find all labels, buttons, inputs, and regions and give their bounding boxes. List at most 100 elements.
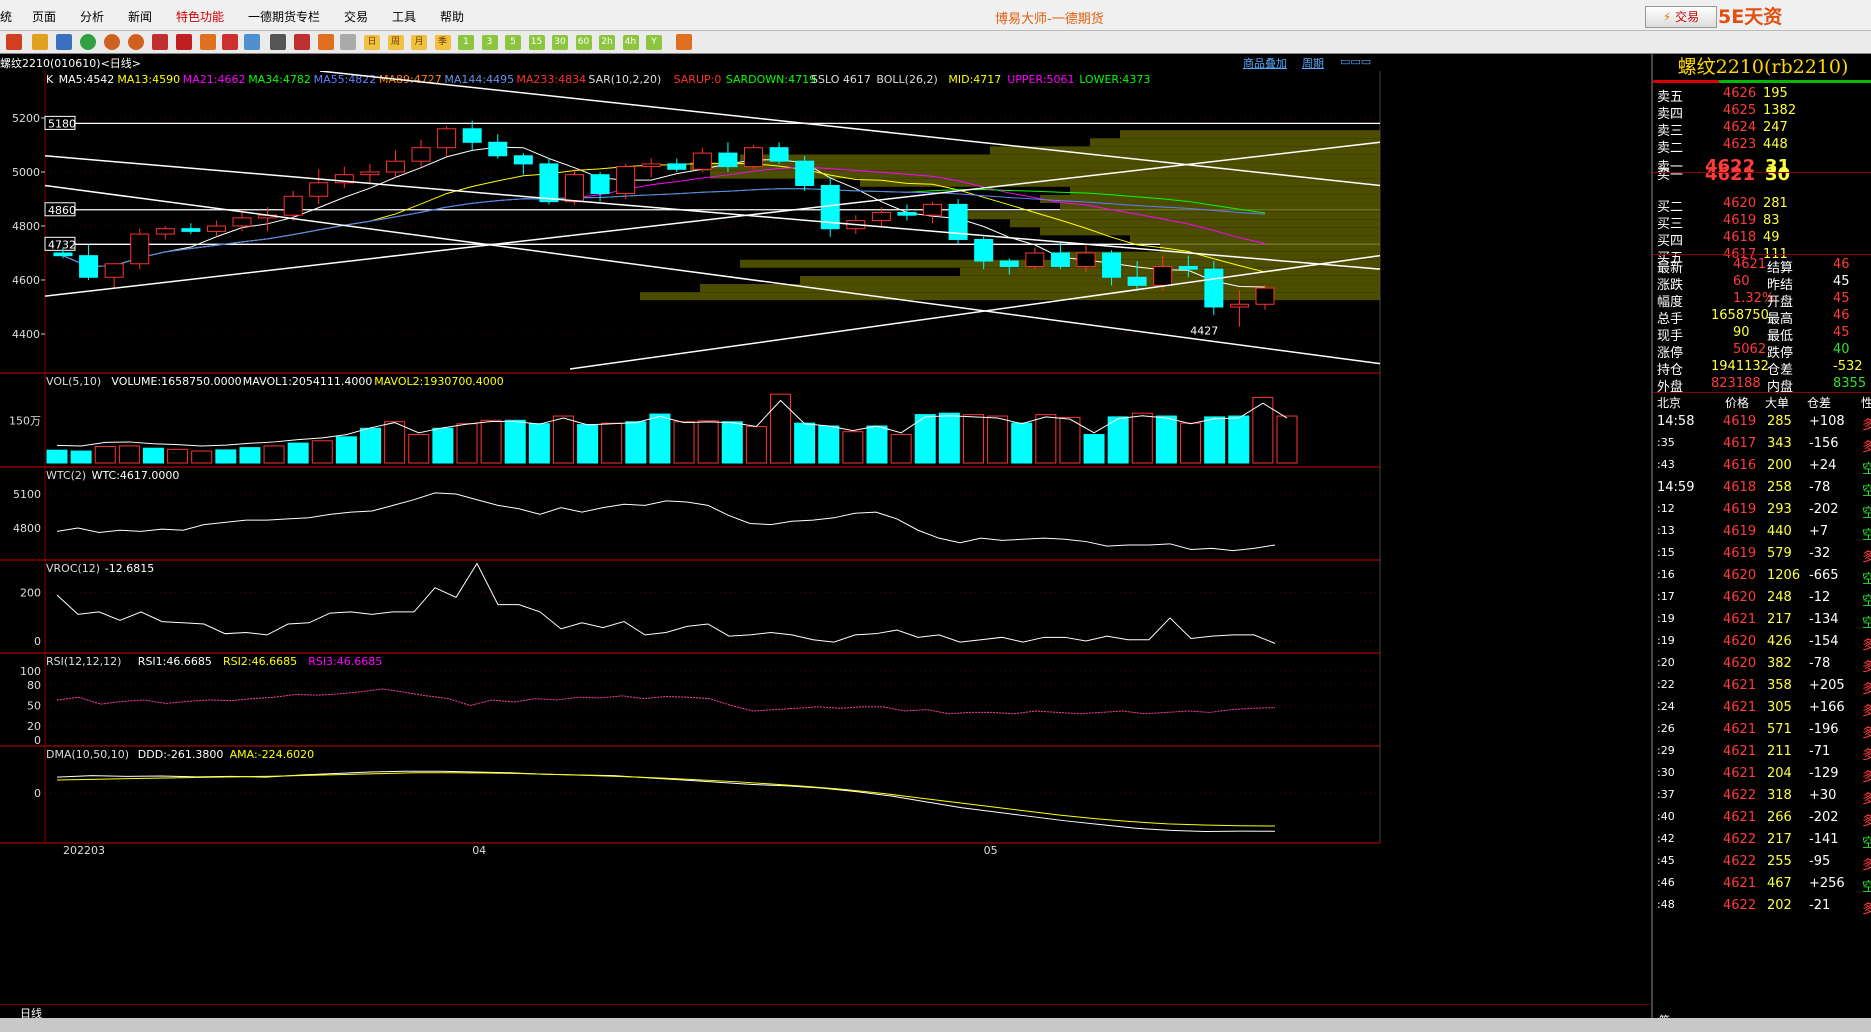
candle-body [871,211,891,222]
tick-header[interactable]: 北京 价格 大单 仓差 性 [1655,394,1871,414]
tick-row[interactable]: :22 4621 358 +205 多 [1655,678,1871,698]
tick-nature: 多 [1862,902,1871,917]
tick-row[interactable]: :45 4622 255 -95 多 [1655,854,1871,874]
menu-item-trade[interactable]: 交易 [344,8,368,25]
zoom-out-icon[interactable] [128,34,144,50]
tick-row[interactable]: :46 4621 467 +256 空 [1655,876,1871,896]
tick-chart-icon[interactable] [318,34,334,50]
chart-area[interactable]: K MA5:4542 MA13:4590 MA21:4662 MA34:4782 MA55… [0,71,1650,1004]
tick-diff: +7 [1809,524,1829,539]
calendar-icon[interactable] [676,34,692,50]
tick-row[interactable]: :37 4622 318 +30 多 [1655,788,1871,808]
tick-row[interactable]: :16 4620 1206 -665 空 [1655,568,1871,588]
menu-item-analysis[interactable]: 分析 [80,8,104,25]
period-button[interactable]: Y [646,35,662,50]
volume-bar [938,412,960,464]
tick-row[interactable]: :19 4620 426 -154 多 [1655,634,1871,654]
y-tick-label: 4800 [13,522,41,535]
tick-row[interactable]: :20 4620 382 -78 多 [1655,656,1871,676]
tick-price: 4619 [1723,414,1757,429]
candle-icon[interactable] [340,34,356,50]
folder-icon[interactable] [32,34,48,50]
period-button[interactable]: 4h [622,35,639,50]
tick-row[interactable]: :29 4621 211 -71 多 [1655,744,1871,764]
menu-item-column[interactable]: 一德期货专栏 [248,8,320,25]
period-button[interactable]: 15 [528,35,545,50]
stat-row[interactable]: 外盘 823188 内盘 8355 [1655,376,1871,396]
tick-row[interactable]: :48 4622 202 -21 多 [1655,898,1871,918]
tick-time: :20 [1657,656,1675,669]
trade-button[interactable]: ⚡ 交易 [1645,6,1717,28]
period-button[interactable]: 日 [364,35,380,50]
zoom-in-icon[interactable] [104,34,120,50]
menu-item-features[interactable]: 特色功能 [176,8,224,25]
tick-row[interactable]: :15 4619 579 -32 多 [1655,546,1871,566]
new-icon[interactable] [244,34,260,50]
tick-row[interactable]: :43 4616 200 +24 空 [1655,458,1871,478]
table-icon[interactable] [270,34,286,50]
menu-item-tools[interactable]: 工具 [392,8,416,25]
candle-body [1127,276,1147,286]
tick-row[interactable]: :12 4619 293 -202 空 [1655,502,1871,522]
period-button[interactable]: 1 [458,35,474,50]
volume-profile-bar [960,211,1380,220]
tick-row[interactable]: :35 4617 343 -156 多 [1655,436,1871,456]
tick-nature: 空 [1862,506,1871,521]
tick-row[interactable]: :42 4622 217 -141 空 [1655,832,1871,852]
overlay-link[interactable]: 商品叠加 [1243,55,1287,71]
pen-icon[interactable] [176,34,192,50]
volume-bar [335,436,357,464]
volume-bar [504,419,526,464]
period-button[interactable]: 3 [481,35,498,50]
volume-bar [818,425,840,464]
list-icon[interactable] [56,34,72,50]
volume-bar [46,449,68,464]
line-chart-icon[interactable] [294,34,310,50]
period-button[interactable]: 季 [434,35,451,50]
stat-value: 46 [1833,308,1850,323]
candle-body [1255,287,1275,305]
main-legend-item: MA13:4590 [117,73,180,86]
period-button[interactable]: 5 [505,35,521,50]
menu-item-system[interactable]: 统 [0,8,12,25]
candle-body [616,166,636,195]
candle-body [1076,252,1096,267]
window-controls-icon[interactable]: ▭▭▭ [1340,55,1371,68]
tick-row[interactable]: :13 4619 440 +7 空 [1655,524,1871,544]
tick-diff: -78 [1809,656,1831,671]
chart-title: 螺纹2210(010610)<日线> [0,57,142,70]
period-button[interactable]: 30 [552,35,568,50]
tick-row[interactable]: :40 4621 266 -202 多 [1655,810,1871,830]
tick-row[interactable]: :17 4620 248 -12 空 [1655,590,1871,610]
price-tag-label: 5180 [48,117,76,130]
period-button[interactable]: 周 [387,35,404,50]
tick-row[interactable]: 14:58 4619 285 +108 多 [1655,414,1871,434]
period-link[interactable]: 周期 [1302,55,1324,71]
bell-icon[interactable] [200,34,216,50]
candle-body [897,211,917,216]
window-icon[interactable] [152,34,168,50]
menu-item-news[interactable]: 新闻 [128,8,152,25]
tick-row[interactable]: :19 4621 217 -134 空 [1655,612,1871,632]
tick-row[interactable]: :26 4621 571 -196 多 [1655,722,1871,742]
tick-diff: -129 [1809,766,1839,781]
tick-row[interactable]: 14:59 4618 258 -78 空 [1655,480,1871,500]
bid-row[interactable]: 买一 4621 30 [1655,164,1871,185]
pin-icon[interactable] [222,34,238,50]
tick-header-diff: 仓差 [1807,396,1832,410]
menu-item-help[interactable]: 帮助 [440,8,464,25]
refresh-icon[interactable] [80,34,96,50]
tick-row[interactable]: :24 4621 305 +166 多 [1655,700,1871,720]
menu-item-page[interactable]: 页面 [32,8,56,25]
candle-body [590,174,610,195]
period-button[interactable]: 60 [575,35,592,50]
tick-time: 14:58 [1657,414,1695,429]
ask-row[interactable]: 卖二 4623 448 [1655,137,1871,157]
tick-nature: 多 [1862,418,1871,433]
period-button[interactable]: 2h [599,35,615,50]
tick-row[interactable]: :30 4621 204 -129 多 [1655,766,1871,786]
y-tick-label: 4400 [12,328,40,341]
home-icon[interactable] [6,34,22,50]
period-button[interactable]: 月 [411,35,427,50]
tick-time: :15 [1657,546,1675,559]
